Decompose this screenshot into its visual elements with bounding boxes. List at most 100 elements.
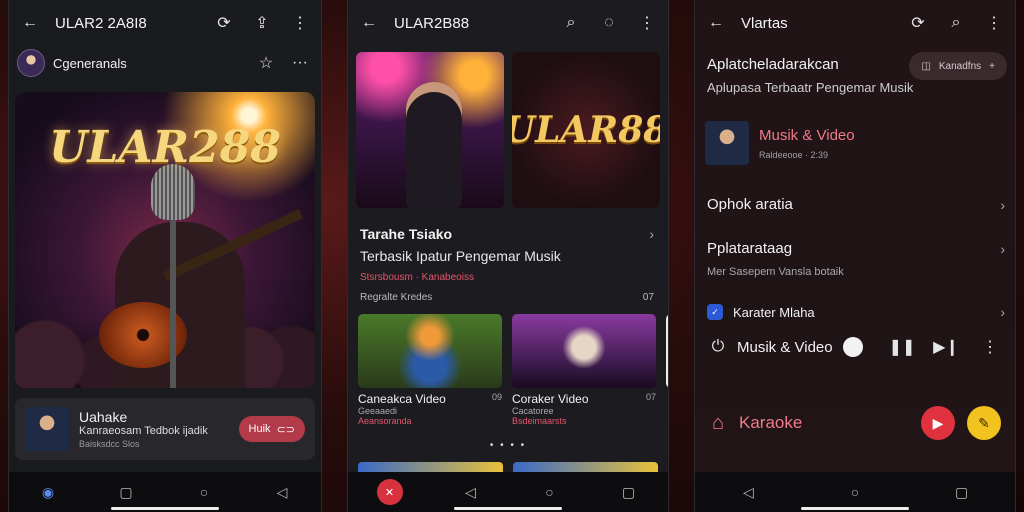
system-nav-bar: ◉ ▢ ○ ◁ [9, 472, 321, 512]
app-logo-icon[interactable]: ✕ [376, 479, 403, 505]
back-triangle-icon[interactable]: ◁ [460, 481, 482, 503]
home-indicator[interactable] [111, 507, 219, 510]
arrow-left-icon[interactable]: ← [358, 12, 380, 34]
feature-app-icon: ✓ [707, 304, 723, 320]
share-icon[interactable]: ⇪ [251, 12, 273, 34]
home-circle-icon[interactable]: ○ [844, 481, 866, 503]
video-count: 09 [491, 392, 502, 402]
user-name: Cgeneranals [53, 55, 127, 71]
karaoke-chip[interactable]: ◫ Kanadfns + [909, 52, 1007, 80]
settings-row[interactable]: Pplatarataag › [707, 240, 1005, 257]
arrow-left-icon[interactable]: ← [19, 12, 41, 34]
section-tags: Stsrsbousm · Kanabeoiss [360, 272, 474, 283]
media-info: Musik & Video Raldeeooe · 2:39 [759, 127, 855, 160]
video-meta: Cacatoree [512, 406, 554, 416]
top-app-bar: ← ULAR2 2A8I8 ⟳ ⇪ ⋮ [9, 8, 321, 38]
play-pill-button[interactable]: Huik ⊂⊃ [238, 416, 305, 442]
top-app-bar: ← Vlartas ⟳ ⌕ ⋮ [695, 8, 1015, 38]
top-app-bar: ← ULAR2B88 ⌕ ◌ ⋮ [348, 8, 668, 38]
feature-row-content: ✓ Karater Mlaha [707, 304, 815, 320]
home-circle-icon[interactable]: ○ [193, 481, 215, 503]
pill-button-label: Huik [248, 423, 271, 435]
featured-tile-performer[interactable] [356, 52, 504, 208]
mini-player[interactable]: Uahake Kanraeosam Tedbok ijadik Baisksdc… [15, 398, 315, 460]
video-card[interactable]: Caneakca Video 09 Geeaaedi Aeansoranda [358, 314, 502, 438]
back-triangle-icon[interactable]: ◁ [737, 481, 759, 503]
more-horizontal-icon[interactable]: ··· [289, 52, 311, 74]
recents-square-icon[interactable]: ▢ [115, 481, 137, 503]
chat-icon[interactable]: ◌ [598, 12, 620, 34]
media-meta: Raldeeooe · 2:39 [759, 149, 829, 160]
video-card-caption: Coraker Video 07 [512, 392, 656, 406]
chip-icon: ◫ [921, 60, 931, 72]
mic-stand [170, 220, 176, 388]
plus-icon: + [989, 60, 995, 72]
featured-tiles: ULAR88 [356, 52, 660, 208]
karaoke-row[interactable]: ⌂ Karaoke ▶ ✎ [707, 406, 1001, 440]
karaoke-house-icon: ⌂ [711, 411, 725, 434]
video-thumbnail [666, 314, 668, 388]
app-circle-icon[interactable]: ◉ [37, 481, 59, 503]
power-icon[interactable]: ⏻ [707, 336, 729, 358]
track-thumbnail [25, 407, 69, 451]
home-circle-icon[interactable]: ○ [539, 481, 561, 503]
app-title: ULAR2B88 [394, 14, 470, 32]
search-icon[interactable]: ⌕ [945, 12, 967, 34]
featured-tile-logo[interactable]: ULAR88 [512, 52, 660, 208]
guitarist-silhouette [406, 82, 462, 208]
video-count: 07 [645, 392, 656, 402]
settings-row-label: Ophok aratia [707, 196, 793, 213]
track-title: Uahake [79, 408, 128, 425]
track-info: Uahake Kanraeosam Tedbok ijadik Baisksdc… [79, 409, 239, 450]
star-icon[interactable]: ☆ [255, 52, 277, 74]
feature-label: Karater Mlaha [733, 304, 815, 320]
media-item[interactable]: Musik & Video Raldeeooe · 2:39 [705, 116, 1005, 170]
hero-banner[interactable]: ULAR288 [15, 92, 315, 388]
home-indicator[interactable] [801, 507, 909, 510]
playback-controls: ❚❚ ▶❙ ⋮ [889, 336, 1001, 358]
system-nav-bar: ✕ ◁ ○ ▢ [348, 472, 668, 512]
video-card[interactable]: Coraker Video 07 Cacatoree Bsdeimaarsts [512, 314, 656, 438]
section-header[interactable]: Tarahe Tsiako › [360, 226, 654, 242]
section-title: Tarahe Tsiako [360, 226, 453, 242]
link-icon: ⊂⊃ [276, 423, 295, 436]
skip-next-icon[interactable]: ▶❙ [933, 336, 959, 358]
player-label: Musik & Video [737, 338, 833, 356]
phone-screen-2: ← ULAR2B88 ⌕ ◌ ⋮ ULAR88 Tarahe Tsiako › … [347, 0, 669, 512]
track-meta: Baisksdcc Slos [79, 438, 140, 449]
section-label: Regralte Kredes [360, 292, 433, 303]
section-count: 07 [642, 292, 654, 303]
back-triangle-icon[interactable]: ◁ [271, 481, 293, 503]
home-indicator[interactable] [454, 507, 562, 510]
more-vertical-icon[interactable]: ⋮ [289, 12, 311, 34]
avatar[interactable] [17, 49, 45, 77]
video-card-peek[interactable] [666, 314, 668, 438]
recents-square-icon[interactable]: ▢ [951, 481, 973, 503]
play-round-icon[interactable]: ▶ [921, 406, 955, 440]
pause-icon[interactable]: ❚❚ [889, 336, 916, 358]
search-icon[interactable]: ⌕ [560, 12, 582, 34]
video-meta: Geeaaedi [358, 406, 398, 416]
more-vertical-icon[interactable]: ⋮ [983, 12, 1005, 34]
chevron-right-icon: › [1000, 240, 1005, 257]
video-title: Coraker Video [512, 392, 589, 406]
more-vertical-icon[interactable]: ⋮ [636, 12, 658, 34]
recents-square-icon[interactable]: ▢ [618, 481, 640, 503]
status-bar [695, 0, 1015, 6]
arrow-left-icon[interactable]: ← [705, 12, 727, 34]
search-refresh-icon[interactable]: ⟳ [907, 12, 929, 34]
row-description: Mer Sasepem Vansla botaik [707, 266, 844, 278]
section-label-row: Regralte Kredes 07 [360, 292, 654, 303]
page-indicator: • • • • [489, 440, 527, 451]
feature-row[interactable]: ✓ Karater Mlaha › [707, 304, 1005, 320]
search-refresh-icon[interactable]: ⟳ [213, 12, 235, 34]
chevron-right-icon[interactable]: › [649, 226, 654, 242]
track-subtitle: Kanraeosam Tedbok ijadik [79, 425, 208, 438]
app-title: Vlartas [741, 14, 788, 32]
settings-row[interactable]: Ophok aratia › [707, 196, 1005, 213]
status-bar [9, 0, 321, 6]
more-vertical-icon[interactable]: ⋮ [979, 336, 1001, 358]
edit-round-icon[interactable]: ✎ [967, 406, 1001, 440]
settings-row-label: Pplatarataag [707, 240, 793, 257]
toggle-knob[interactable] [842, 337, 863, 357]
